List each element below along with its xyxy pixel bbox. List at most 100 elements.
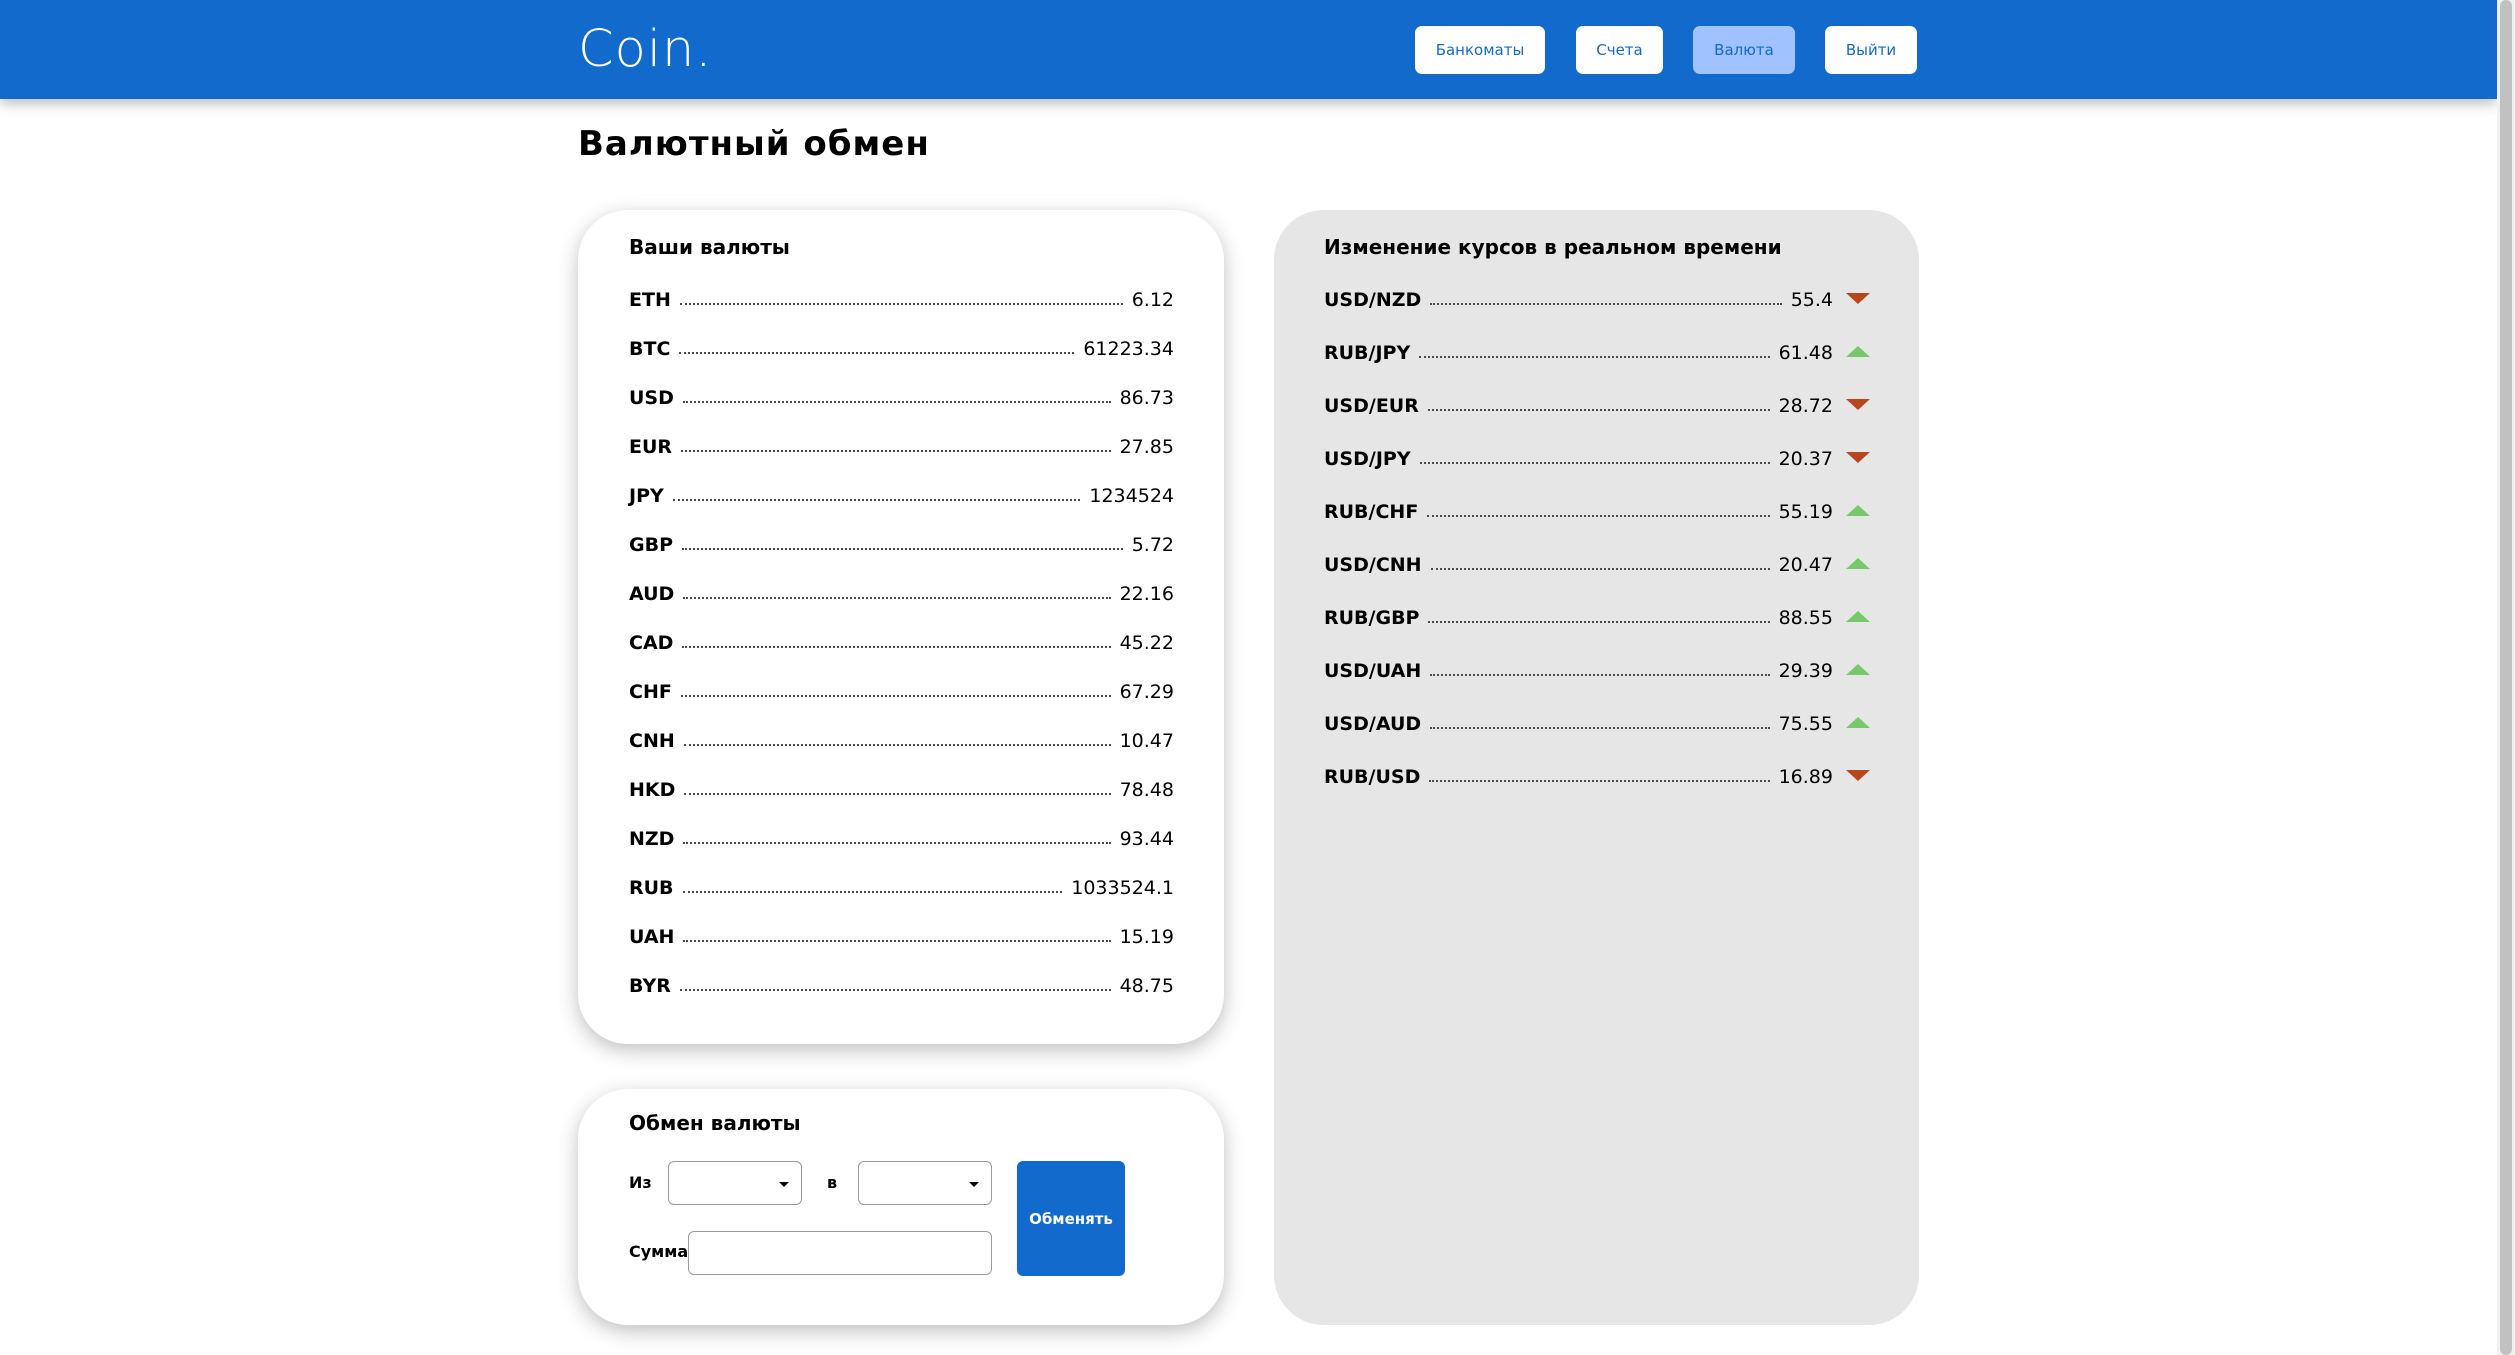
dotted-leader: [679, 352, 1075, 354]
nav-logout-button[interactable]: Выйти: [1825, 26, 1917, 74]
dotted-leader: [681, 450, 1111, 452]
currency-row: BYR 48.75: [629, 967, 1174, 997]
rate-value: 20.37: [1778, 448, 1833, 470]
from-currency-select[interactable]: [668, 1161, 802, 1205]
rate-row: RUB/USD 16.89: [1324, 758, 1870, 788]
currency-amount: 5.72: [1131, 534, 1174, 556]
chevron-down-icon: [779, 1182, 789, 1187]
dotted-leader: [680, 695, 1111, 697]
rate-row: USD/NZD 55.4: [1324, 281, 1870, 311]
rate-value: 55.4: [1790, 289, 1833, 311]
rate-pair: RUB/USD: [1324, 766, 1421, 788]
currency-amount: 27.85: [1119, 436, 1174, 458]
rate-row: USD/JPY 20.37: [1324, 440, 1870, 470]
currency-amount: 48.75: [1119, 975, 1174, 997]
rate-row: RUB/GBP 88.55: [1324, 599, 1870, 629]
dotted-leader: [1430, 303, 1782, 305]
dotted-leader: [683, 597, 1111, 599]
nav-currency-button[interactable]: Валюта: [1693, 26, 1795, 74]
rate-pair: USD/UAH: [1324, 660, 1422, 682]
amount-input[interactable]: [688, 1231, 992, 1275]
currency-amount: 86.73: [1119, 387, 1174, 409]
scrollbar-thumb[interactable]: [2500, 0, 2512, 1355]
arrow-up-icon: [1846, 346, 1870, 357]
rate-value: 28.72: [1778, 395, 1833, 417]
rate-pair: USD/NZD: [1324, 289, 1422, 311]
exchange-button[interactable]: Обменять: [1017, 1161, 1125, 1276]
dotted-leader: [683, 940, 1111, 942]
exchange-title: Обмен валюты: [629, 1111, 801, 1135]
currency-amount: 6.12: [1131, 289, 1174, 311]
nav-accounts-button[interactable]: Счета: [1576, 26, 1663, 74]
currency-amount: 93.44: [1119, 828, 1174, 850]
currency-code: CNH: [629, 730, 675, 752]
currency-amount: 67.29: [1119, 681, 1174, 703]
currency-amount: 45.22: [1119, 632, 1174, 654]
rate-pair: RUB/JPY: [1324, 342, 1411, 364]
your-currencies-title: Ваши валюты: [629, 235, 790, 259]
currency-code: CAD: [629, 632, 674, 654]
dotted-leader: [1427, 515, 1770, 517]
rate-value: 61.48: [1778, 342, 1833, 364]
rate-pair: RUB/CHF: [1324, 501, 1419, 523]
currency-code: EUR: [629, 436, 673, 458]
dotted-leader: [1419, 462, 1770, 464]
dotted-leader: [684, 793, 1111, 795]
rate-pair: USD/JPY: [1324, 448, 1411, 470]
dotted-leader: [679, 989, 1111, 991]
currency-amount: 78.48: [1119, 779, 1174, 801]
rate-row: USD/AUD 75.55: [1324, 705, 1870, 735]
currency-row: ETH 6.12: [629, 281, 1174, 311]
to-currency-select[interactable]: [858, 1161, 992, 1205]
currency-code: RUB: [629, 877, 674, 899]
currency-amount: 22.16: [1119, 583, 1174, 605]
arrow-up-icon: [1846, 611, 1870, 622]
rate-row: USD/UAH 29.39: [1324, 652, 1870, 682]
dotted-leader: [682, 891, 1063, 893]
top-header: Coin. Банкоматы Счета Валюта Выйти: [0, 0, 2497, 99]
currency-amount: 61223.34: [1083, 338, 1174, 360]
rate-value: 16.89: [1778, 766, 1833, 788]
rate-value: 75.55: [1778, 713, 1833, 735]
rate-value: 29.39: [1778, 660, 1833, 682]
arrow-down-icon: [1846, 452, 1870, 463]
dotted-leader: [672, 499, 1081, 501]
currency-row: RUB 1033524.1: [629, 869, 1174, 899]
arrow-down-icon: [1846, 399, 1870, 410]
page-title: Валютный обмен: [578, 124, 930, 164]
currency-row: EUR 27.85: [629, 428, 1174, 458]
arrow-up-icon: [1846, 558, 1870, 569]
rate-value: 55.19: [1778, 501, 1833, 523]
dotted-leader: [1428, 621, 1770, 623]
rates-title: Изменение курсов в реальном времени: [1324, 235, 1782, 259]
currency-code: JPY: [629, 485, 664, 507]
rate-value: 88.55: [1778, 607, 1833, 629]
rate-pair: USD/AUD: [1324, 713, 1422, 735]
dotted-leader: [679, 303, 1123, 305]
dotted-leader: [682, 646, 1111, 648]
amount-label: Сумма: [629, 1242, 689, 1261]
currency-code: ETH: [629, 289, 671, 311]
currency-code: GBP: [629, 534, 674, 556]
dotted-leader: [682, 401, 1111, 403]
currency-code: USD: [629, 387, 674, 409]
currency-code: AUD: [629, 583, 675, 605]
currency-row: JPY 1234524: [629, 477, 1174, 507]
nav-atms-button[interactable]: Банкоматы: [1415, 26, 1545, 74]
currency-row: BTC 61223.34: [629, 330, 1174, 360]
dotted-leader: [1430, 568, 1770, 570]
dotted-leader: [1427, 409, 1770, 411]
dotted-leader: [683, 744, 1111, 746]
rate-row: RUB/CHF 55.19: [1324, 493, 1870, 523]
dotted-leader: [1430, 674, 1770, 676]
currency-row: GBP 5.72: [629, 526, 1174, 556]
rate-row: USD/CNH 20.47: [1324, 546, 1870, 576]
rate-row: RUB/JPY 61.48: [1324, 334, 1870, 364]
currency-code: NZD: [629, 828, 675, 850]
rate-row: USD/EUR 28.72: [1324, 387, 1870, 417]
rate-pair: USD/EUR: [1324, 395, 1419, 417]
rate-pair: USD/CNH: [1324, 554, 1422, 576]
from-label: Из: [629, 1173, 652, 1192]
currency-row: NZD 93.44: [629, 820, 1174, 850]
arrow-down-icon: [1846, 770, 1870, 781]
